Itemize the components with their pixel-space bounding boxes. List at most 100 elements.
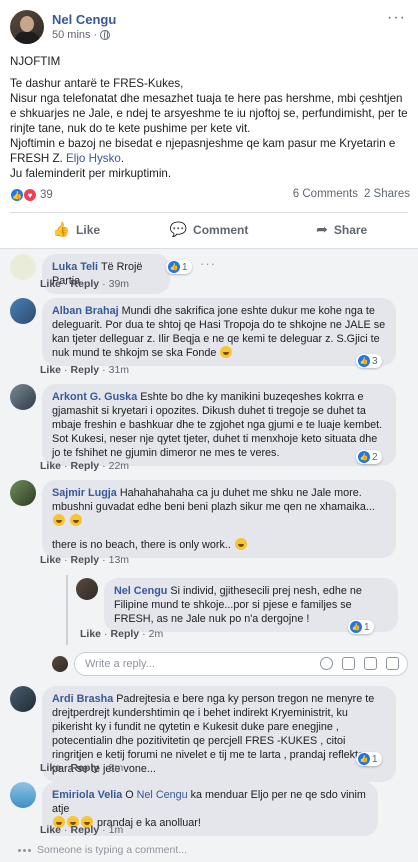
comment-button[interactable]: 💬 Comment: [143, 213, 276, 246]
laughing-emoji-icon: [53, 514, 65, 526]
post-paragraph: Ju faleminderit per mirkuptimin.: [10, 167, 172, 180]
post-card: Nel Cengu 50 mins · ··· NJOFTIM Te dashu…: [0, 0, 418, 240]
comment-actions: Like · Reply · 22m: [40, 460, 130, 472]
comment-author[interactable]: Arkont G. Guska: [52, 391, 137, 403]
reply-tools: [320, 657, 399, 670]
comments-count[interactable]: 6 Comments: [293, 188, 358, 200]
post-paragraph: Nisur nga telefonatat dhe mesazhet tuaja…: [10, 92, 408, 135]
author-avatar[interactable]: [10, 10, 44, 44]
smiling-emoji-icon: [234, 538, 247, 550]
comment-time[interactable]: 39m: [109, 278, 129, 290]
comment-like-link[interactable]: Like: [40, 278, 61, 290]
like-reaction-icon: 👍: [358, 355, 370, 367]
share-button[interactable]: ➦ Share: [275, 213, 408, 246]
comment-actions: Like · Reply · 8m: [40, 762, 124, 774]
comment-reply-link[interactable]: Reply: [71, 364, 100, 376]
comment-actions: Like · Reply · 39m: [40, 278, 130, 290]
share-label: Share: [333, 222, 368, 237]
comment-time[interactable]: 31m: [109, 364, 129, 376]
comment-text-line: there is no beach, there is only work..: [52, 538, 386, 552]
post-time[interactable]: 50 mins: [52, 29, 91, 41]
avatar[interactable]: [10, 384, 36, 410]
gif-icon[interactable]: [364, 657, 377, 670]
engagement-counts: 6 Comments 2 Shares: [293, 188, 410, 200]
comment-like-link[interactable]: Like: [40, 824, 61, 836]
comment-reply-link[interactable]: Reply: [71, 554, 100, 566]
like-reaction-icon: 👍: [350, 621, 362, 633]
comment-bubble: Sajmir Lugja Hahahahahaha ca ju duhet me …: [42, 480, 396, 558]
comment-author[interactable]: Alban Brahaj: [52, 305, 119, 317]
comment-reply-link[interactable]: Reply: [111, 628, 140, 640]
comment-like-link[interactable]: Like: [40, 364, 61, 376]
reaction-badge[interactable]: 👍 3: [356, 354, 382, 368]
comment-like-link[interactable]: Like: [40, 460, 61, 472]
typing-indicator: Someone is typing a comment...: [18, 844, 187, 856]
comment-time[interactable]: 22m: [109, 460, 129, 472]
avatar[interactable]: [10, 254, 36, 280]
reaction-count: 1: [182, 261, 188, 273]
shares-count[interactable]: 2 Shares: [364, 188, 410, 200]
mention-link[interactable]: Nel Cengu: [137, 789, 188, 801]
emoji-icon[interactable]: [320, 657, 333, 670]
thread-line: [66, 575, 68, 645]
sticker-icon[interactable]: [386, 657, 399, 670]
reaction-badge[interactable]: 👍 2: [356, 450, 382, 464]
avatar[interactable]: [76, 578, 98, 600]
comment-actions: Like · Reply · 13m: [40, 554, 130, 566]
reaction-badge[interactable]: 👍 1: [348, 620, 374, 634]
grinning-emoji-icon: [220, 346, 233, 358]
reaction-count: 1: [372, 753, 378, 765]
avatar: [52, 656, 68, 672]
comment-like-link[interactable]: Like: [80, 628, 101, 640]
comment-reply-link[interactable]: Reply: [71, 762, 100, 774]
comment-time[interactable]: 1m: [109, 824, 124, 836]
love-reaction-icon: ♥: [23, 188, 37, 202]
comment-author[interactable]: Emiriola Velia: [52, 789, 122, 801]
reaction-count: 2: [372, 451, 378, 463]
meta-separator: ·: [93, 29, 98, 41]
comment-reply-link[interactable]: Reply: [71, 460, 100, 472]
author-name[interactable]: Nel Cengu: [52, 12, 116, 27]
globe-icon: [100, 30, 111, 40]
comment-actions: Like · Reply · 2m: [80, 628, 164, 640]
reaction-badge[interactable]: 👍 1: [356, 752, 382, 766]
reaction-summary[interactable]: 👍 ♥ 39: [10, 188, 53, 202]
post-paragraph: Te dashur antarë te FRES-Kukes,: [10, 77, 184, 90]
comment-author[interactable]: Ardi Brasha: [52, 693, 113, 705]
more-options-icon[interactable]: ···: [387, 10, 406, 26]
comment-time[interactable]: 2m: [149, 628, 164, 640]
reply-input[interactable]: Write a reply...: [74, 652, 408, 676]
reaction-count: 1: [364, 621, 370, 633]
mention-link[interactable]: Eljo Hysko: [66, 152, 121, 165]
comment-reply-link[interactable]: Reply: [71, 824, 100, 836]
post-text: NJOFTIM Te dashur antarë te FRES-Kukes, …: [10, 54, 410, 181]
avatar[interactable]: [10, 782, 36, 808]
avatar[interactable]: [10, 298, 36, 324]
comment-author[interactable]: Nel Cengu: [114, 585, 167, 597]
more-options-icon[interactable]: ···: [200, 256, 216, 271]
like-label: Like: [76, 222, 101, 237]
avatar[interactable]: [10, 686, 36, 712]
thumbs-up-icon: 👍: [52, 221, 71, 237]
reaction-count: 39: [40, 189, 53, 201]
like-reaction-icon: 👍: [358, 753, 370, 765]
reaction-badge[interactable]: 👍 1: [166, 260, 192, 274]
comment-author[interactable]: Sajmir Lugja: [52, 487, 117, 499]
camera-icon[interactable]: [342, 657, 355, 670]
comment-reply-link[interactable]: Reply: [71, 278, 100, 290]
post-paragraph: Njoftimin e bazoj ne bisedat e njepasnje…: [10, 136, 410, 166]
post-actions: 👍 Like 💬 Comment ➦ Share: [10, 212, 408, 246]
like-button[interactable]: 👍 Like: [10, 213, 143, 246]
comment-time[interactable]: 8m: [109, 762, 124, 774]
comment-author[interactable]: Luka Teli: [52, 261, 98, 273]
reaction-count: 3: [372, 355, 378, 367]
comment-time[interactable]: 13m: [109, 554, 129, 566]
post-meta: 50 mins ·: [52, 29, 111, 41]
like-reaction-icon: 👍: [168, 261, 180, 273]
share-icon: ➦: [316, 221, 328, 237]
avatar[interactable]: [10, 480, 36, 506]
typing-dots-icon: [18, 848, 31, 852]
comment-like-link[interactable]: Like: [40, 554, 61, 566]
comment-bubble: Arkont G. Guska Eshte bo dhe ky manikini …: [42, 384, 396, 466]
comment-like-link[interactable]: Like: [40, 762, 61, 774]
